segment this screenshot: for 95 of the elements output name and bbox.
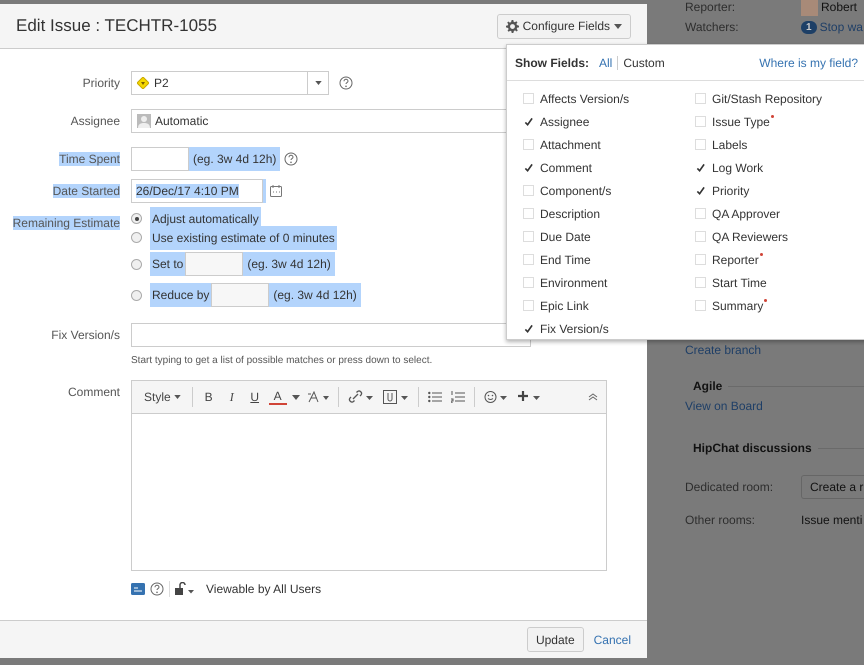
cancel-link[interactable]: Cancel — [594, 632, 631, 646]
field-label: Assignee — [70, 114, 120, 128]
field-option-label[interactable]: Component/s — [540, 184, 612, 198]
field-option-label[interactable]: QA Reviewers — [712, 230, 788, 244]
radio-label: Use existing estimate of 0 minutes — [151, 230, 336, 244]
watchers-count: 1 — [801, 20, 817, 34]
calendar-icon[interactable] — [270, 185, 282, 197]
format-button[interactable]: B — [200, 390, 218, 404]
visibility-label: Viewable by All Users — [206, 582, 322, 596]
collapse-icon[interactable] — [588, 393, 598, 401]
help-icon[interactable] — [150, 582, 164, 596]
field-option-label[interactable]: Description — [540, 206, 600, 220]
required-marker-icon — [770, 115, 774, 118]
format-hint: (eg. 3w 4d 12h) — [272, 288, 358, 302]
text-size-icon[interactable] — [306, 391, 329, 403]
filter-link[interactable]: All — [594, 56, 618, 70]
field-help-text: Start typing to get a list of possible matches or press down to select. — [131, 355, 434, 366]
update-button[interactable]: Update — [526, 627, 584, 652]
help-icon[interactable] — [339, 76, 353, 90]
field-option-label[interactable]: Start Time — [712, 276, 767, 290]
caret-icon — [614, 24, 622, 28]
field-label: Date Started — [52, 184, 120, 198]
radio-label: Reduce by — [151, 288, 210, 302]
radio-button[interactable] — [131, 290, 142, 300]
dialog-title: Edit Issue : TECHTR-1055 — [16, 16, 217, 36]
section-heading: Agile — [693, 379, 722, 393]
user-avatar-icon — [137, 114, 151, 128]
radio-label: Adjust automatically — [151, 212, 260, 226]
field-option-label[interactable]: Labels — [712, 138, 748, 152]
avatar-placeholder — [801, 0, 818, 16]
gear-icon — [506, 20, 519, 32]
numbered-list-icon[interactable] — [450, 391, 465, 403]
date-field[interactable]: 26/Dec/17 4:10 PM — [131, 179, 263, 203]
other-rooms-value: Issue menti — [801, 513, 862, 527]
field-option-label[interactable]: Assignee — [540, 114, 590, 128]
radio-button[interactable] — [131, 232, 142, 243]
attachment-icon[interactable] — [382, 390, 409, 404]
format-hint: (eg. 3w 4d 12h) — [192, 152, 278, 166]
radio-button[interactable] — [131, 213, 142, 224]
field-label: Fix Version/s — [51, 328, 120, 342]
where-is-my-field-link[interactable]: Where is my field? — [759, 56, 858, 70]
caret-icon — [174, 395, 181, 399]
reporter-name: Robert — [821, 0, 858, 14]
emoticon-icon[interactable] — [484, 390, 508, 404]
create-room-button[interactable]: Create a r — [801, 475, 864, 499]
field-label: Remaining Estimate — [12, 216, 120, 230]
radio-label: Set to — [151, 257, 184, 271]
radio-button[interactable] — [131, 258, 142, 270]
help-icon[interactable] — [284, 152, 298, 166]
dedicated-room-label: Dedicated room: — [685, 480, 774, 494]
field-option-label[interactable]: QA Approver — [712, 206, 780, 220]
field-option-label[interactable]: End Time — [540, 252, 591, 266]
field-option-label[interactable]: Environment — [540, 276, 608, 290]
watchers-label: Watchers: — [685, 20, 740, 34]
section-heading: HipChat discussions — [693, 441, 812, 455]
text-mode-icon[interactable] — [131, 583, 145, 595]
required-marker-icon — [760, 253, 763, 256]
format-button[interactable]: U — [246, 390, 264, 404]
field-option-label[interactable]: Fix Version/s — [540, 322, 609, 336]
field-option-label[interactable]: Reporter — [712, 252, 759, 266]
priority-select[interactable]: P2 — [131, 71, 329, 95]
other-rooms-label: Other rooms: — [685, 513, 756, 527]
field-label: Comment — [68, 385, 120, 399]
reporter-label: Reporter: — [685, 0, 736, 14]
field-option-label[interactable]: Issue Type — [712, 114, 770, 128]
field-option-label[interactable]: Due Date — [540, 230, 591, 244]
caret-icon — [314, 81, 322, 85]
format-hint: (eg. 3w 4d 12h) — [246, 257, 332, 271]
estimate-field[interactable] — [185, 252, 244, 276]
field-option-label[interactable]: Priority — [712, 184, 750, 198]
link-icon[interactable] — [348, 390, 374, 404]
required-marker-icon — [764, 299, 768, 302]
bullet-list-icon[interactable] — [428, 391, 442, 403]
field-label: Priority — [82, 76, 120, 90]
field-option-label[interactable]: Summary — [712, 298, 764, 312]
field-option-label[interactable]: Epic Link — [540, 298, 589, 312]
filter-link[interactable]: Custom — [617, 56, 670, 70]
configure-fields-button[interactable]: Configure Fields — [496, 14, 631, 38]
style-dropdown[interactable]: Style — [140, 390, 185, 404]
field-option-label[interactable]: Git/Stash Repository — [712, 92, 822, 106]
format-button[interactable]: A — [268, 390, 287, 404]
field-option-label[interactable]: Comment — [540, 160, 592, 174]
field-option-label[interactable]: Log Work — [712, 160, 764, 174]
plus-icon[interactable] — [516, 390, 541, 404]
caret-icon[interactable] — [292, 394, 300, 400]
estimate-field[interactable] — [211, 283, 270, 307]
field-label: Time Spent — [59, 152, 120, 166]
format-button[interactable]: I — [222, 390, 241, 404]
field-option-label[interactable]: Attachment — [540, 138, 601, 152]
fix-version-field[interactable] — [131, 323, 531, 347]
field-option-label[interactable]: Affects Version/s — [540, 92, 630, 106]
unlocked-padlock-icon[interactable] — [175, 582, 195, 596]
show-fields-label: Show Fields: — [515, 56, 590, 70]
time-spent-field[interactable] — [131, 147, 189, 171]
priority-icon — [137, 77, 149, 89]
